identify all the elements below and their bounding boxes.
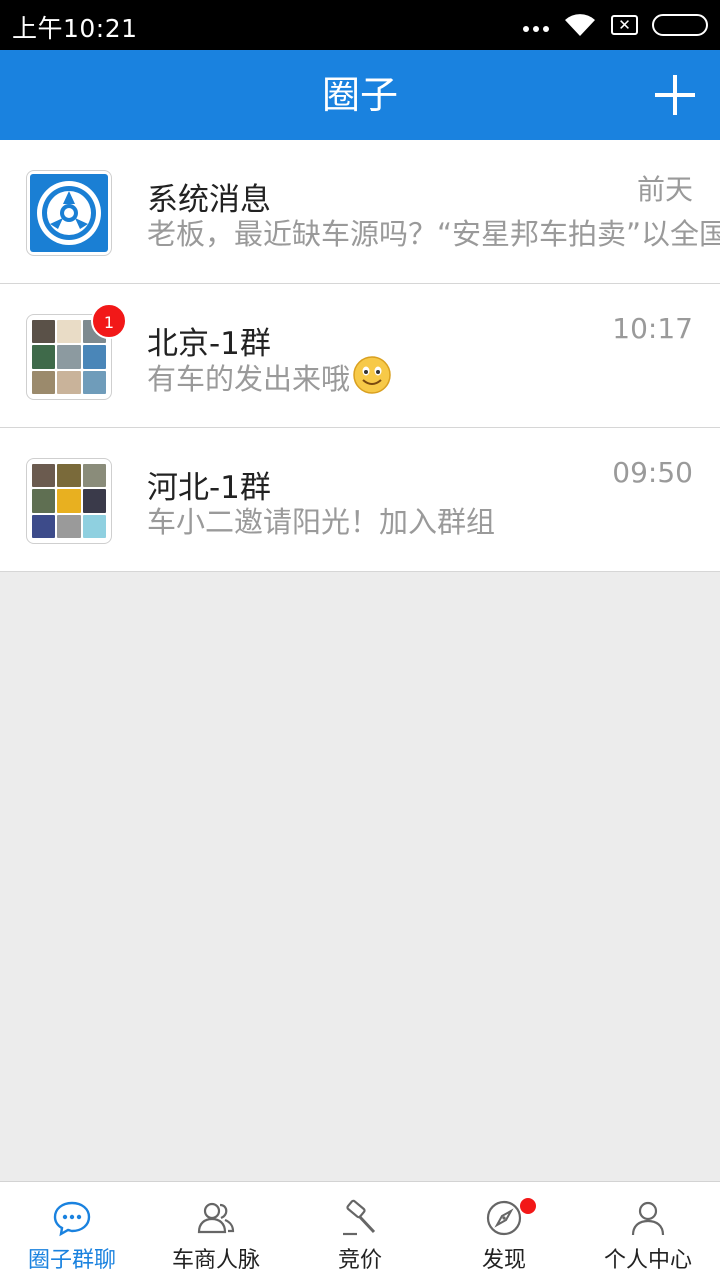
conversation-list: 系统消息 老板，最近缺车源吗？“安星邦车拍卖”以全国各地的二手车 前天 1 北京… [0, 140, 720, 572]
tab-label: 竞价 [337, 1248, 382, 1273]
avatar: 1 [26, 303, 127, 400]
tab-personal-center[interactable]: 个人中心 [576, 1182, 720, 1280]
status-icons: ✕ [523, 10, 708, 40]
conversation-time: 09:50 [612, 456, 693, 489]
tab-dealer-contacts[interactable]: 车商人脉 [144, 1182, 288, 1280]
battery-icon [652, 14, 708, 36]
person-icon [631, 1201, 665, 1236]
bottom-nav: 圈子群聊 车商人脉 竞价 发现 个人中心 [0, 1181, 720, 1280]
notification-dot [520, 1198, 536, 1214]
wifi-icon [565, 14, 595, 36]
conversation-preview: 车小二邀请阳光！加入群组 [147, 505, 496, 539]
tab-label: 圈子群聊 [27, 1248, 116, 1273]
auction-hammer-icon [343, 1199, 376, 1236]
tab-label: 发现 [481, 1248, 526, 1273]
compass-icon [486, 1200, 522, 1236]
chat-bubble-icon [53, 1201, 91, 1237]
conversation-preview: 老板，最近缺车源吗？“安星邦车拍卖”以全国各地的二手车 [147, 217, 720, 251]
tab-label: 车商人脉 [171, 1248, 260, 1273]
status-time: 上午10:21 [12, 14, 138, 43]
contacts-icon [197, 1202, 235, 1234]
more-dots-icon [523, 26, 549, 32]
conversation-item-system[interactable]: 系统消息 老板，最近缺车源吗？“安星邦车拍卖”以全国各地的二手车 前天 [0, 140, 720, 284]
status-bar: 上午10:21 ✕ [0, 0, 720, 50]
conversation-item-beijing[interactable]: 1 北京-1群 有车的发出来哦 10:17 [0, 284, 720, 428]
avatar [26, 458, 112, 544]
tab-bidding[interactable]: 竞价 [288, 1182, 432, 1280]
tab-circle-chat[interactable]: 圈子群聊 [0, 1182, 144, 1280]
page-title: 圈子 [321, 73, 398, 117]
system-logo-icon [30, 174, 108, 252]
tab-label: 个人中心 [603, 1248, 692, 1273]
unread-badge: 1 [91, 303, 127, 339]
plus-icon[interactable] [652, 72, 698, 118]
conversation-time: 前天 [636, 173, 693, 206]
group-photo-grid [32, 464, 106, 538]
tab-discover[interactable]: 发现 [432, 1182, 576, 1280]
avatar [26, 170, 112, 256]
smiley-emoji-icon [353, 356, 391, 394]
no-sim-icon: ✕ [611, 15, 638, 35]
preview-text: 有车的发出来哦 [147, 362, 351, 396]
conversation-item-hebei[interactable]: 河北-1群 车小二邀请阳光！加入群组 09:50 [0, 428, 720, 572]
conversation-preview: 有车的发出来哦 [147, 355, 720, 398]
conversation-time: 10:17 [612, 312, 693, 345]
app-header: 圈子 [0, 50, 720, 140]
